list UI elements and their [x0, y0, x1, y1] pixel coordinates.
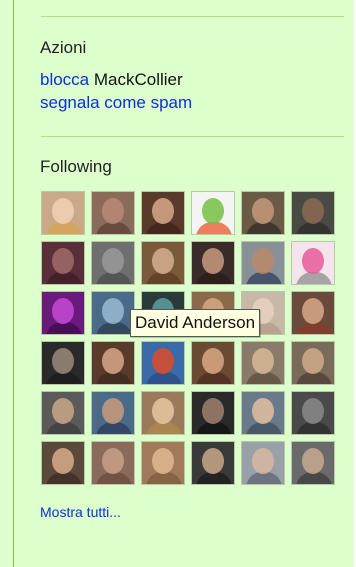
following-avatar[interactable] — [241, 441, 285, 485]
avatar-face — [202, 448, 224, 474]
following-avatar[interactable] — [91, 441, 135, 485]
avatar-face — [52, 248, 74, 274]
avatar-face — [52, 448, 74, 474]
following-avatar[interactable] — [41, 341, 85, 385]
following-avatar[interactable] — [141, 441, 185, 485]
following-avatar[interactable] — [191, 391, 235, 435]
avatar-face — [52, 348, 74, 374]
following-avatar[interactable] — [141, 241, 185, 285]
following-title: Following — [40, 157, 112, 176]
avatar-face — [152, 248, 174, 274]
avatar-tooltip: David Anderson — [130, 309, 261, 337]
following-avatar[interactable] — [41, 191, 85, 235]
following-avatar[interactable] — [41, 441, 85, 485]
avatar-face — [52, 198, 74, 224]
avatar-face — [202, 348, 224, 374]
avatar-face — [102, 198, 124, 224]
following-avatar-grid — [41, 191, 335, 485]
avatar-face — [52, 298, 74, 324]
avatar-face — [102, 348, 124, 374]
avatar-face — [152, 198, 174, 224]
following-avatar[interactable] — [291, 391, 335, 435]
avatar-face — [202, 198, 224, 224]
avatar-face — [102, 298, 124, 324]
following-avatar[interactable] — [241, 241, 285, 285]
block-link[interactable]: blocca — [40, 70, 89, 89]
avatar-face — [302, 248, 324, 274]
actions-title: Azioni — [40, 38, 87, 57]
avatar-face — [252, 198, 274, 224]
following-avatar[interactable] — [141, 341, 185, 385]
following-avatar[interactable] — [191, 341, 235, 385]
avatar-face — [302, 398, 324, 424]
following-avatar[interactable] — [291, 191, 335, 235]
top-divider — [41, 16, 344, 17]
middle-divider — [41, 136, 344, 137]
avatar-face — [152, 398, 174, 424]
avatar-face — [202, 248, 224, 274]
following-avatar[interactable] — [91, 391, 135, 435]
avatar-face — [302, 448, 324, 474]
avatar-face — [302, 198, 324, 224]
avatar-face — [202, 398, 224, 424]
following-avatar[interactable] — [291, 291, 335, 335]
avatar-face — [102, 448, 124, 474]
avatar-face — [102, 398, 124, 424]
avatar-face — [152, 448, 174, 474]
following-avatar[interactable] — [141, 391, 185, 435]
avatar-face — [252, 348, 274, 374]
following-avatar[interactable] — [291, 341, 335, 385]
following-avatar[interactable] — [191, 191, 235, 235]
following-avatar[interactable] — [91, 291, 135, 335]
sidebar-edge — [13, 0, 14, 567]
following-avatar[interactable] — [91, 241, 135, 285]
avatar-face — [52, 398, 74, 424]
following-avatar[interactable] — [41, 291, 85, 335]
following-avatar[interactable] — [241, 191, 285, 235]
report-spam-link[interactable]: segnala come spam — [40, 93, 192, 112]
block-username: MackCollier — [93, 70, 183, 89]
show-all-link[interactable]: Mostra tutti... — [40, 504, 121, 520]
avatar-face — [252, 398, 274, 424]
following-avatar[interactable] — [91, 191, 135, 235]
avatar-face — [252, 448, 274, 474]
actions-list: blocca MackCollier segnala come spam — [40, 68, 192, 114]
profile-sidebar: Azioni blocca MackCollier segnala come s… — [0, 0, 354, 567]
following-avatar[interactable] — [91, 341, 135, 385]
following-avatar[interactable] — [241, 341, 285, 385]
following-avatar[interactable] — [191, 441, 235, 485]
following-avatar[interactable] — [241, 391, 285, 435]
following-avatar[interactable] — [141, 191, 185, 235]
following-avatar[interactable] — [291, 441, 335, 485]
avatar-face — [152, 348, 174, 374]
avatar-face — [302, 348, 324, 374]
block-row: blocca MackCollier — [40, 68, 192, 91]
avatar-face — [302, 298, 324, 324]
avatar-face — [102, 248, 124, 274]
following-avatar[interactable] — [41, 391, 85, 435]
following-avatar[interactable] — [191, 241, 235, 285]
following-avatar[interactable] — [41, 241, 85, 285]
following-avatar[interactable] — [291, 241, 335, 285]
avatar-face — [252, 248, 274, 274]
